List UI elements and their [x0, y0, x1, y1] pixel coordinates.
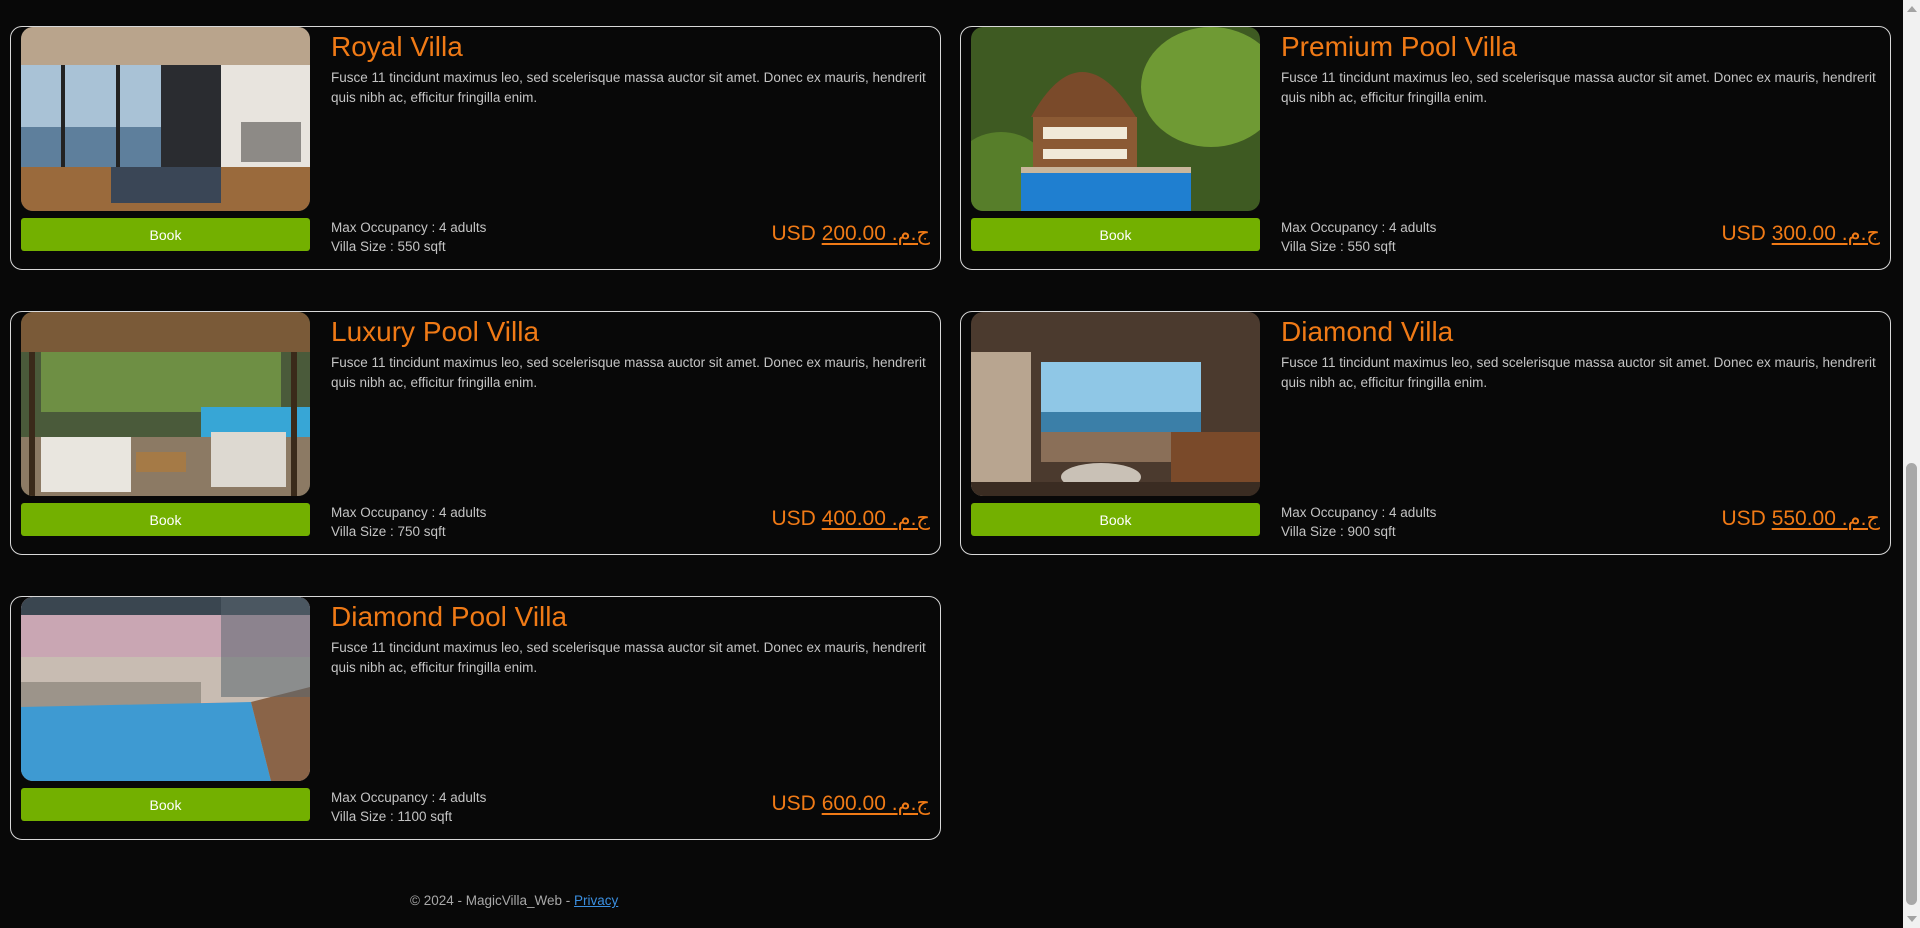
villa-size: Villa Size : 550 sqft [1281, 239, 1396, 254]
villa-size: Villa Size : 750 sqft [331, 524, 446, 539]
book-button[interactable]: Book [971, 503, 1260, 536]
currency-label: USD [771, 792, 816, 815]
villa-title: Diamond Pool Villa [331, 601, 568, 632]
villa-price: USD 200.00 .ج.م [772, 221, 931, 246]
scroll-up-icon[interactable] [1907, 6, 1917, 12]
villa-photo [21, 597, 310, 781]
villa-photo [971, 312, 1260, 496]
villa-title: Royal Villa [331, 31, 463, 62]
price-amount: 300.00 .ج.م [1771, 222, 1880, 245]
villa-card: Book Royal Villa Fusce 11 tincidunt maxi… [10, 26, 941, 270]
villa-title: Premium Pool Villa [1281, 31, 1518, 62]
villa-description: Fusce 11 tincidunt maximus leo, sed scel… [1281, 355, 1876, 390]
currency-label: USD [771, 507, 816, 530]
villa-card: Book Luxury Pool Villa Fusce 11 tincidun… [10, 311, 941, 555]
villa-size: Villa Size : 550 sqft [331, 239, 446, 254]
book-button[interactable]: Book [971, 218, 1260, 251]
scroll-down-icon[interactable] [1907, 916, 1917, 922]
villa-description: Fusce 11 tincidunt maximus leo, sed scel… [331, 70, 926, 105]
currency-label: USD [1721, 222, 1766, 245]
villa-price: USD 300.00 .ج.م [1722, 221, 1881, 246]
villa-description: Fusce 11 tincidunt maximus leo, sed scel… [331, 640, 926, 675]
villa-details: Max Occupancy : 4 adults Villa Size : 55… [331, 218, 486, 256]
price-amount: 600.00 .ج.م [821, 792, 930, 815]
villa-card: Book Diamond Pool Villa Fusce 11 tincidu… [10, 596, 941, 840]
villa-price: USD 600.00 .ج.م [772, 791, 931, 816]
villa-card: Book Premium Pool Villa Fusce 11 tincidu… [960, 26, 1891, 270]
villa-details: Max Occupancy : 4 adults Villa Size : 55… [1281, 218, 1436, 256]
book-button[interactable]: Book [21, 218, 310, 251]
scroll-thumb[interactable] [1906, 463, 1917, 905]
villa-card: Book Diamond Villa Fusce 11 tincidunt ma… [960, 311, 1891, 555]
currency-label: USD [771, 222, 816, 245]
villa-price: USD 400.00 .ج.م [772, 506, 931, 531]
villa-size: Villa Size : 1100 sqft [331, 809, 453, 824]
villa-size: Villa Size : 900 sqft [1281, 524, 1396, 539]
privacy-link[interactable]: Privacy [574, 893, 618, 908]
villa-details: Max Occupancy : 4 adults Villa Size : 11… [331, 788, 486, 826]
villa-price: USD 550.00 .ج.م [1722, 506, 1881, 531]
price-amount: 200.00 .ج.م [821, 222, 930, 245]
footer-copyright: © 2024 - MagicVilla_Web - [410, 893, 575, 908]
footer: © 2024 - MagicVilla_Web - Privacy [410, 893, 618, 908]
currency-label: USD [1721, 507, 1766, 530]
villa-photo [971, 27, 1260, 211]
max-occupancy: Max Occupancy : 4 adults [1281, 220, 1437, 235]
price-amount: 400.00 .ج.م [821, 507, 930, 530]
book-button[interactable]: Book [21, 503, 310, 536]
max-occupancy: Max Occupancy : 4 adults [331, 505, 487, 520]
vertical-scrollbar[interactable] [1903, 0, 1920, 928]
villa-details: Max Occupancy : 4 adults Villa Size : 75… [331, 503, 486, 541]
villa-description: Fusce 11 tincidunt maximus leo, sed scel… [1281, 70, 1876, 105]
villa-grid: Book Royal Villa Fusce 11 tincidunt maxi… [10, 26, 1891, 840]
max-occupancy: Max Occupancy : 4 adults [331, 790, 487, 805]
villa-details: Max Occupancy : 4 adults Villa Size : 90… [1281, 503, 1436, 541]
villa-title: Diamond Villa [1281, 316, 1454, 347]
price-amount: 550.00 .ج.م [1771, 507, 1880, 530]
villa-photo [21, 27, 310, 211]
villa-photo [21, 312, 310, 496]
villa-title: Luxury Pool Villa [331, 316, 540, 347]
max-occupancy: Max Occupancy : 4 adults [331, 220, 487, 235]
book-button[interactable]: Book [21, 788, 310, 821]
villa-description: Fusce 11 tincidunt maximus leo, sed scel… [331, 355, 926, 390]
max-occupancy: Max Occupancy : 4 adults [1281, 505, 1437, 520]
